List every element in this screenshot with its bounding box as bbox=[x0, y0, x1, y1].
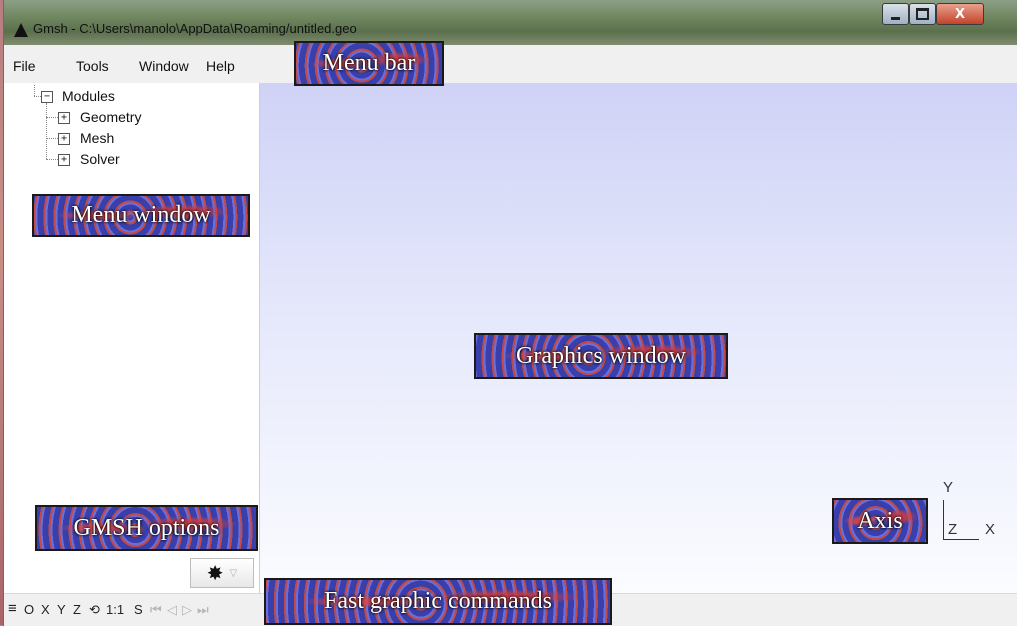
gear-icon: ✸ bbox=[206, 561, 224, 585]
tree-connector bbox=[46, 117, 58, 118]
minimize-icon bbox=[891, 16, 900, 20]
expand-icon[interactable]: + bbox=[58, 112, 70, 124]
axis-x-line bbox=[943, 539, 979, 540]
collapse-icon[interactable]: − bbox=[41, 91, 53, 103]
tree-connector bbox=[34, 85, 35, 96]
axis-z-label: Z bbox=[948, 521, 958, 538]
menu-help[interactable]: Help bbox=[206, 58, 235, 74]
select-button[interactable]: S bbox=[134, 602, 143, 617]
rotate-icon[interactable]: ⟲ bbox=[89, 602, 100, 618]
axis-y-line bbox=[943, 500, 944, 540]
view-z-button[interactable]: Z bbox=[73, 602, 81, 617]
tree-connector bbox=[46, 159, 58, 160]
menu-toggle-icon[interactable]: ≡ bbox=[8, 600, 17, 617]
view-x-button[interactable]: X bbox=[41, 602, 50, 617]
expand-icon[interactable]: + bbox=[58, 133, 70, 145]
callout-menu-bar: Menu bar bbox=[294, 41, 444, 86]
tree-item-modules[interactable]: Modules bbox=[62, 88, 115, 104]
expand-icon[interactable]: + bbox=[58, 154, 70, 166]
nav-prev-icon[interactable]: ◁ bbox=[167, 602, 177, 618]
menu-tools[interactable]: Tools bbox=[76, 58, 109, 74]
nav-last-icon[interactable]: ⏭ bbox=[197, 602, 209, 618]
tree-item-mesh[interactable]: Mesh bbox=[80, 130, 114, 146]
tree-connector bbox=[34, 96, 41, 97]
tree-connector bbox=[46, 103, 47, 159]
callout-gmsh-options: GMSH options bbox=[35, 505, 258, 551]
callout-axis: Axis bbox=[832, 498, 928, 544]
menu-file[interactable]: File bbox=[13, 58, 36, 74]
scale-button[interactable]: 1:1 bbox=[106, 602, 124, 617]
tree-item-geometry[interactable]: Geometry bbox=[80, 109, 141, 125]
axis-y-label: Y bbox=[943, 479, 954, 496]
menu-window[interactable]: Window bbox=[139, 58, 189, 74]
maximize-button[interactable] bbox=[909, 3, 936, 25]
origin-button[interactable]: O bbox=[24, 602, 34, 617]
callout-graphics-window: Graphics window bbox=[474, 333, 728, 379]
dropdown-arrow-icon: ▽ bbox=[229, 567, 238, 579]
title-bar[interactable]: Gmsh - C:\Users\manolo\AppData\Roaming/u… bbox=[4, 0, 1017, 45]
minimize-button[interactable] bbox=[882, 3, 909, 25]
gmsh-options-button[interactable]: ✸ ▽ bbox=[190, 558, 254, 588]
tree-connector bbox=[46, 138, 58, 139]
view-y-button[interactable]: Y bbox=[57, 602, 66, 617]
gmsh-logo-icon bbox=[14, 23, 28, 37]
callout-menu-window: Menu window bbox=[32, 194, 250, 237]
tree-item-solver[interactable]: Solver bbox=[80, 151, 120, 167]
nav-first-icon[interactable]: ⏮ bbox=[150, 602, 162, 618]
menu-bar: File Tools Window Help bbox=[4, 45, 1017, 84]
callout-fast-graphic-commands: Fast graphic commands bbox=[264, 578, 612, 625]
maximize-icon bbox=[916, 8, 929, 20]
window-title: Gmsh - C:\Users\manolo\AppData\Roaming/u… bbox=[33, 21, 357, 36]
axis-x-label: X bbox=[985, 521, 996, 538]
nav-next-icon[interactable]: ▷ bbox=[182, 602, 192, 618]
close-button[interactable]: X bbox=[936, 3, 984, 25]
